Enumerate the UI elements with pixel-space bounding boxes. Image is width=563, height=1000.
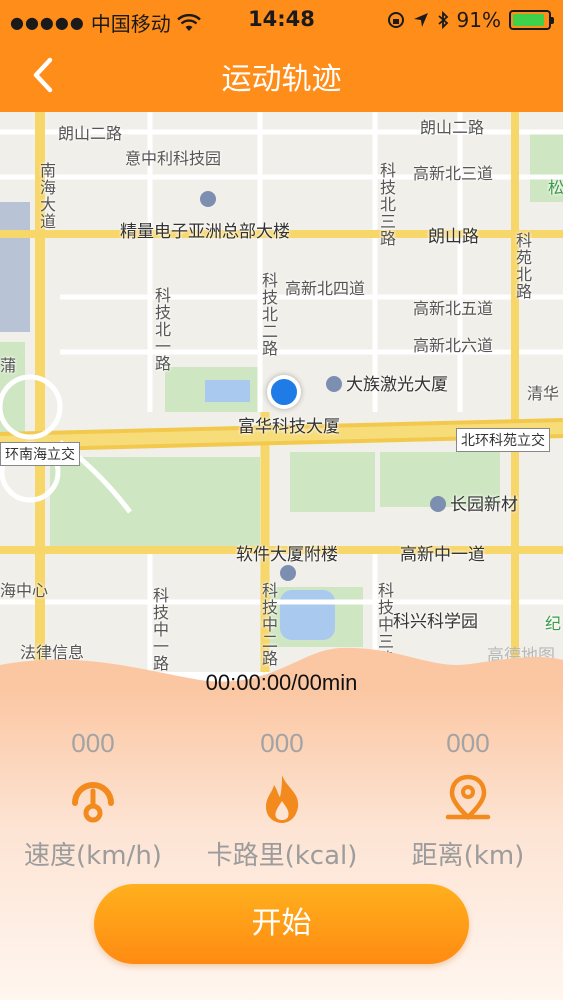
- flame-icon: [266, 775, 299, 823]
- map-tag-huannan: 环南海立交: [0, 442, 80, 466]
- map-tag-beihuan: 北环科苑立交: [456, 428, 550, 452]
- page-title: 运动轨迹: [221, 62, 342, 97]
- current-location-marker: [267, 375, 301, 409]
- nav-bar: 运动轨迹: [0, 40, 563, 112]
- speed-value: 000: [71, 728, 115, 758]
- map-label-gaoxin-zhong1: 高新中一道: [400, 545, 485, 565]
- start-button[interactable]: 开始: [94, 884, 469, 964]
- map-label-langshan2-right: 朗山二路: [420, 118, 485, 137]
- map-label-keyuan-bei: 科苑北路: [513, 232, 532, 300]
- map-label-qinghua: 清华: [527, 384, 560, 403]
- map-label-gaoxin-bei5: 高新北五道: [413, 299, 494, 318]
- map-label-langshan: 朗山路: [428, 227, 479, 247]
- speedometer-icon: [72, 782, 114, 823]
- map-poi-icon-1: [200, 190, 220, 209]
- status-bar: ●●●●● 中国移动 14:48 91%: [0, 0, 563, 40]
- stat-distance: 000 距离(km): [378, 728, 558, 872]
- speed-label: 速度(km/h): [24, 841, 162, 871]
- map-poi-icon-4: [280, 564, 300, 583]
- map-poi-icon-3: [430, 496, 446, 512]
- status-right: 91%: [387, 8, 554, 32]
- map-label-gaoxin-bei4: 高新北四道: [285, 279, 366, 298]
- map-poi-icon-2: [326, 376, 342, 392]
- calories-label: 卡路里(kcal): [206, 841, 358, 871]
- rotation-lock-icon: [387, 12, 404, 28]
- map-label-nanhai: 南海大道: [37, 162, 56, 230]
- map-label-gaoxin-bei6: 高新北六道: [413, 336, 494, 355]
- map-label-ji: 纪: [545, 614, 562, 633]
- map-label-keji-bei3: 科技北三路: [377, 162, 396, 247]
- map-label-langshan2-left: 朗山二路: [58, 124, 123, 143]
- location-arrow-icon: [413, 13, 428, 27]
- bluetooth-icon: [437, 11, 448, 29]
- map-label-hai-zhongxin: 海中心: [0, 581, 49, 600]
- distance-value: 000: [446, 728, 490, 758]
- map-label-jiang: 蒲: [0, 356, 17, 375]
- map-label-keji-bei2: 科技北二路: [259, 272, 278, 357]
- elapsed-timer: 00:00:00/00min: [205, 670, 358, 695]
- map-label-fuhua: 富华科技大厦: [238, 417, 340, 437]
- battery-icon: [509, 10, 554, 30]
- stat-speed: 000 速度(km/h): [3, 728, 183, 872]
- map-label-jingliang: 精量电子亚洲总部大楼: [120, 222, 290, 242]
- map-label-ruanjian: 软件大厦附楼: [236, 545, 338, 565]
- map-label-keji-bei1: 科技北一路: [152, 287, 171, 372]
- calories-value: 000: [260, 728, 304, 758]
- distance-label: 距离(km): [411, 841, 525, 871]
- map-label-changyuan: 长园新材: [430, 490, 518, 515]
- map-label-yizhongli: 意中利科技园: [125, 149, 222, 168]
- location-pin-icon: [445, 774, 491, 820]
- map-label-song: 松: [548, 178, 563, 197]
- stat-calories: 000 卡路里(kcal): [192, 728, 372, 872]
- map-label-gaoxin-bei3: 高新北三道: [413, 164, 494, 183]
- map-label-kexing: 科兴科学园: [393, 612, 478, 632]
- map-label-daheng: 大族激光大厦: [326, 370, 448, 395]
- map-view[interactable]: 朗山二路 朗山二路 意中利科技园 高新北三道 南海大道 科技北三路 精量电子亚洲…: [0, 112, 563, 672]
- battery-percent: 91%: [456, 8, 501, 32]
